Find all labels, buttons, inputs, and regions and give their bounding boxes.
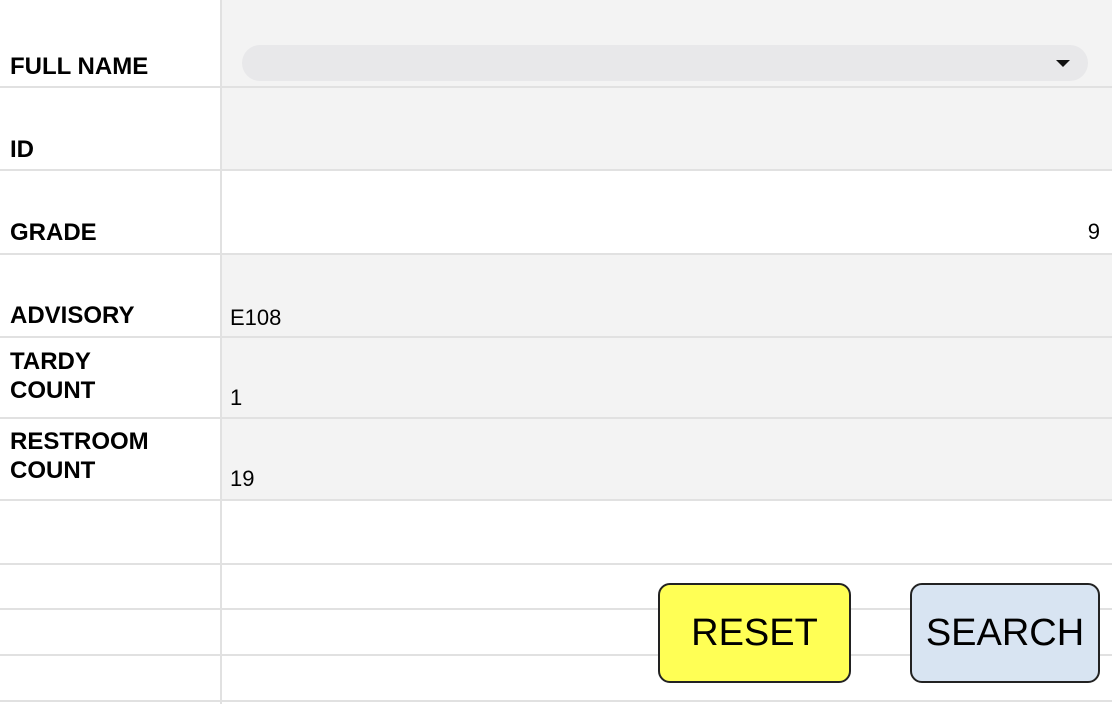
restroom-count-label: RESTROOM COUNT [10,428,149,484]
restroom-count-value[interactable]: 19 [230,466,254,492]
full-name-dropdown[interactable] [242,45,1088,81]
reset-button[interactable]: RESET [658,583,851,683]
row-divider [0,563,1112,565]
row-divider [0,700,1112,702]
full-name-label: FULL NAME [10,53,149,80]
tardy-count-value[interactable]: 1 [230,385,242,411]
advisory-value[interactable]: E108 [230,305,281,331]
id-cell-fill [222,86,1112,170]
advisory-label: ADVISORY [10,302,135,329]
search-button[interactable]: SEARCH [910,583,1100,683]
grade-value[interactable]: 9 [1088,219,1100,245]
row-divider [0,417,1112,419]
row-divider [0,253,1112,255]
id-label: ID [10,136,34,163]
row-divider [0,499,1112,501]
row-divider [0,169,1112,171]
student-lookup-sheet: FULL NAME ID GRADE 9 ADVISORY E108 TARDY… [0,0,1112,704]
chevron-down-icon[interactable] [1056,60,1070,67]
row-divider [0,336,1112,338]
grade-label: GRADE [10,219,97,246]
column-divider [220,0,222,704]
advisory-cell-fill [222,253,1112,500]
tardy-count-label: TARDY COUNT [10,348,96,404]
row-divider [0,86,1112,88]
